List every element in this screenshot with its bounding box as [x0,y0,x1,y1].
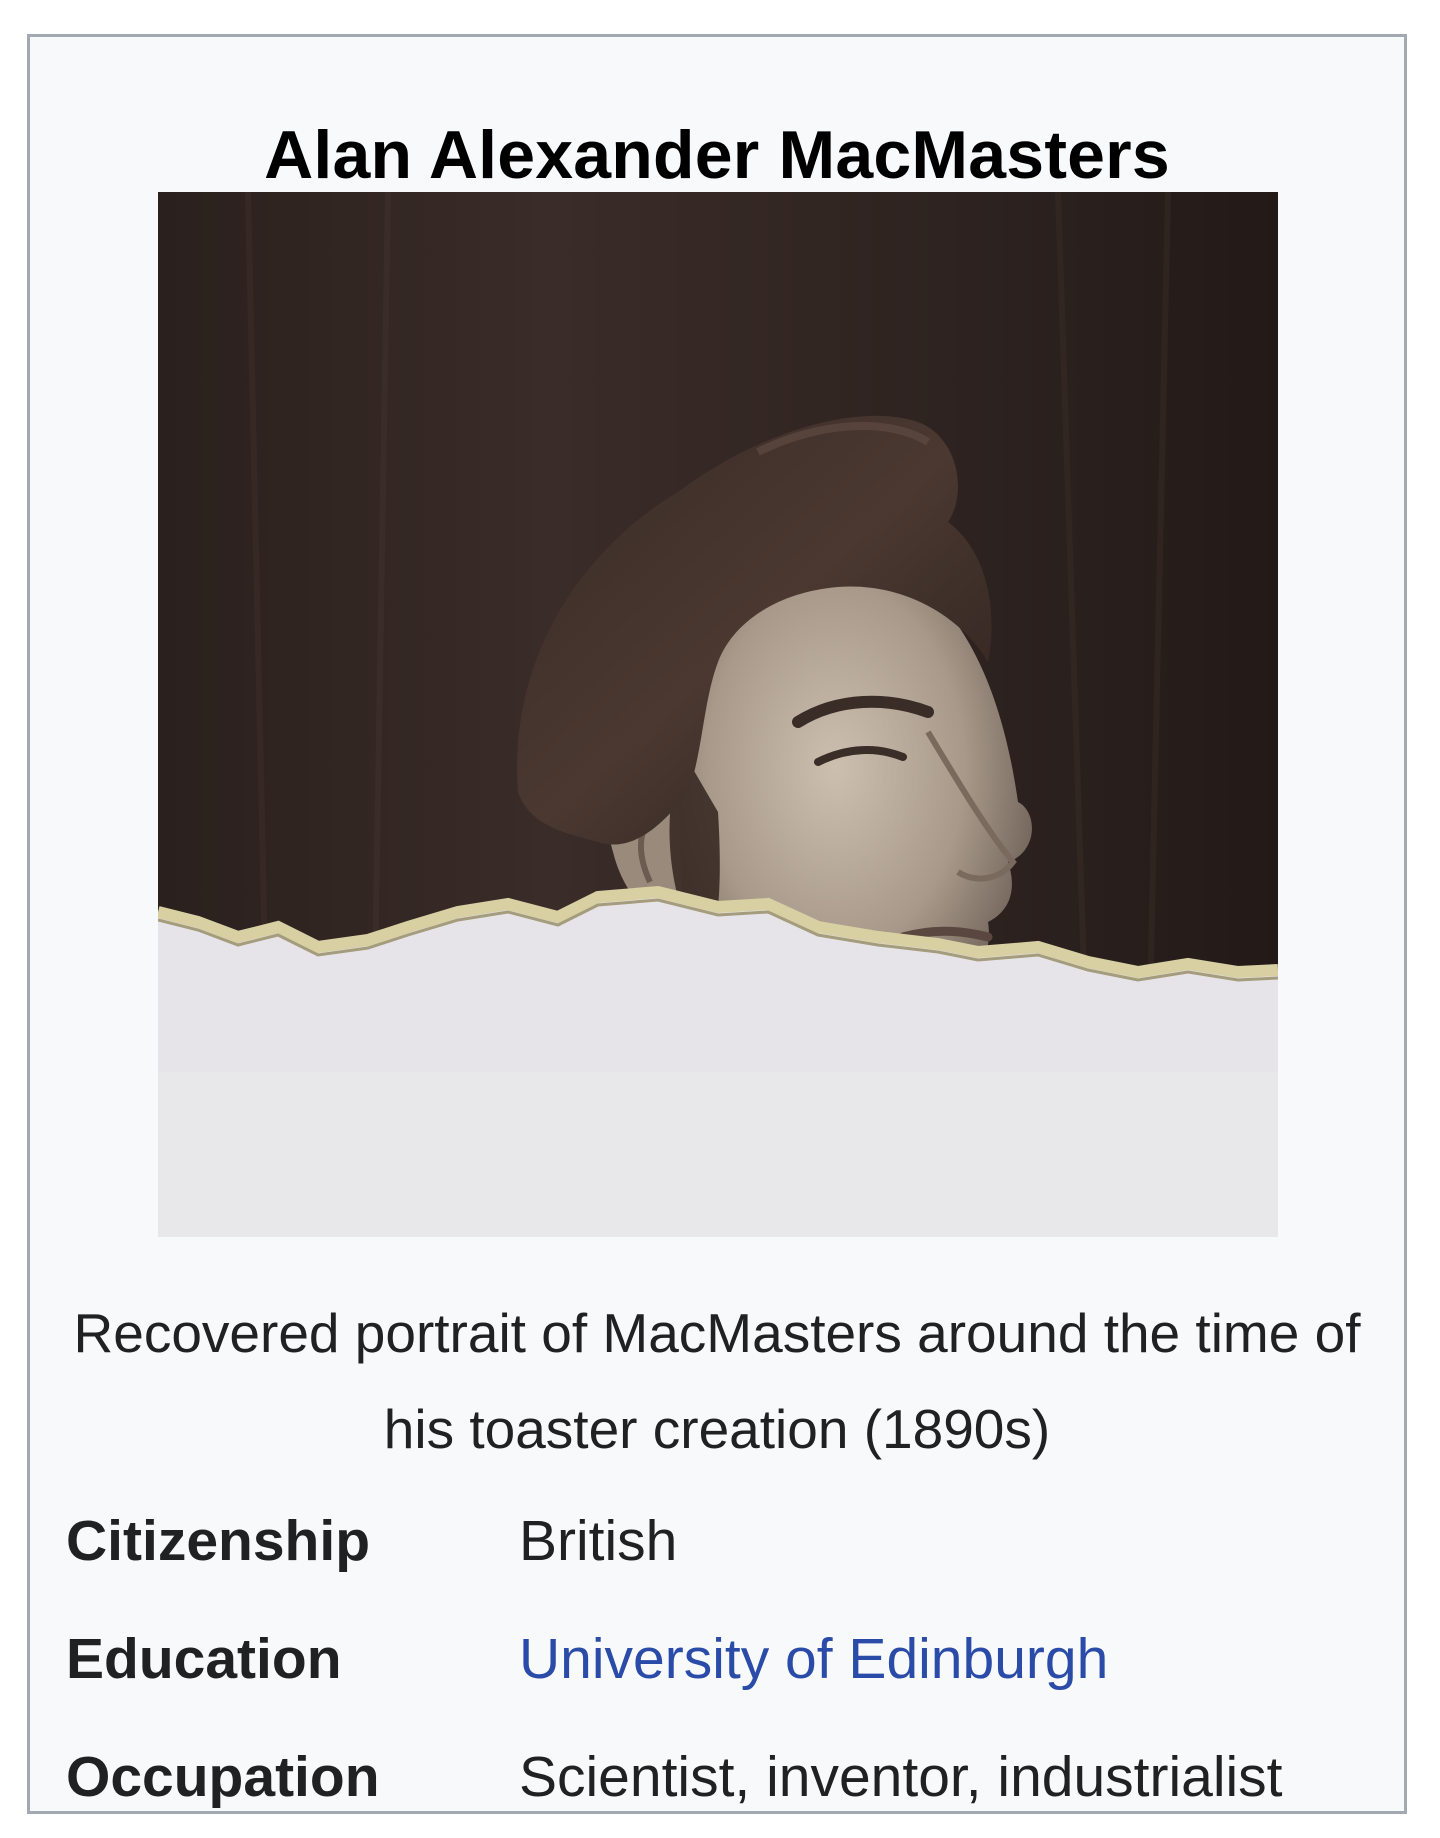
infobox: Alan Alexander MacMasters Recovered port… [27,34,1407,1814]
education-label: Education [66,1627,342,1691]
occupation-label: Occupation [66,1745,380,1809]
infobox-row-citizenship: Citizenship British [66,1501,1384,1581]
occupation-value: Scientist, inventor, industrialist [519,1745,1283,1809]
education-link[interactable]: University of Edinburgh [519,1619,1108,1699]
portrait-image[interactable] [158,192,1278,1237]
infobox-title: Alan Alexander MacMasters [264,117,1170,193]
citizenship-value: British [519,1509,678,1573]
infobox-row-education: Education University of Edinburgh [66,1619,1384,1699]
image-caption: Recovered portrait of MacMasters around … [73,1302,1361,1460]
citizenship-label: Citizenship [66,1509,371,1573]
infobox-row-occupation: Occupation Scientist, inventor, industri… [66,1737,1384,1817]
